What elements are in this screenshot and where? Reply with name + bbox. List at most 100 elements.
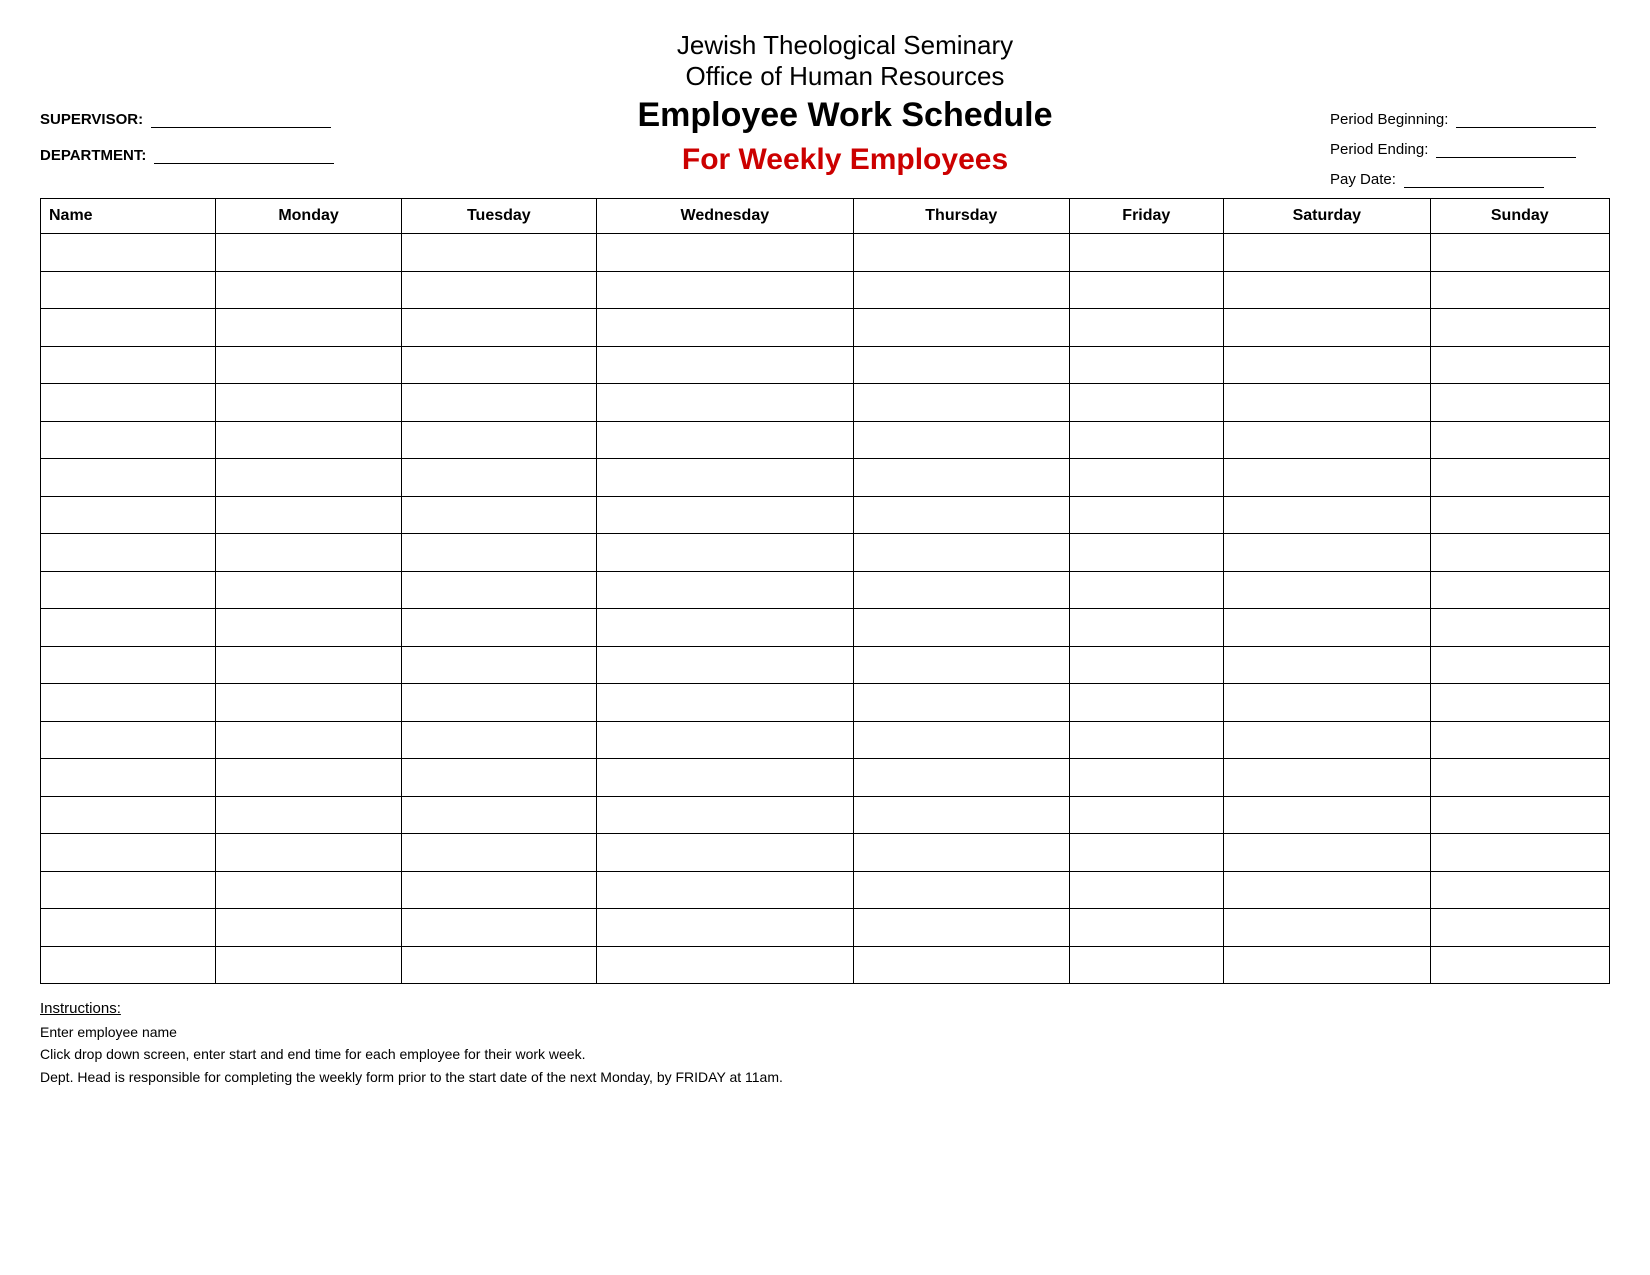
saturday-cell[interactable] [1224,234,1430,309]
friday-cell[interactable] [1069,834,1224,909]
table-row[interactable] [41,534,1610,609]
monday-cell[interactable] [216,609,402,684]
tuesday-cell[interactable] [402,234,596,309]
saturday-cell[interactable] [1224,459,1430,534]
tuesday-cell[interactable] [402,759,596,834]
saturday-cell[interactable] [1224,759,1430,834]
saturday-cell[interactable] [1224,834,1430,909]
thursday-cell[interactable] [854,309,1069,384]
friday-cell[interactable] [1069,384,1224,459]
table-header-row: Name Monday Tuesday Wednesday Thursday F… [41,199,1610,234]
table-row[interactable] [41,609,1610,684]
friday-cell[interactable] [1069,534,1224,609]
thursday-cell[interactable] [854,234,1069,309]
sunday-cell[interactable] [1430,684,1609,759]
saturday-cell[interactable] [1224,909,1430,984]
thursday-cell[interactable] [854,759,1069,834]
sunday-cell[interactable] [1430,909,1609,984]
tuesday-cell[interactable] [402,909,596,984]
sunday-cell[interactable] [1430,534,1609,609]
monday-cell[interactable] [216,759,402,834]
col-sunday: Sunday [1430,199,1609,234]
sunday-cell[interactable] [1430,609,1609,684]
monday-cell[interactable] [216,384,402,459]
monday-cell[interactable] [216,234,402,309]
sunday-cell[interactable] [1430,834,1609,909]
wednesday-cell[interactable] [596,309,854,384]
thursday-cell[interactable] [854,534,1069,609]
table-row[interactable] [41,459,1610,534]
monday-cell[interactable] [216,309,402,384]
friday-cell[interactable] [1069,234,1224,309]
name-cell[interactable] [41,759,216,834]
thursday-cell[interactable] [854,459,1069,534]
friday-cell[interactable] [1069,609,1224,684]
wednesday-cell[interactable] [596,834,854,909]
tuesday-cell[interactable] [402,309,596,384]
sunday-cell[interactable] [1430,234,1609,309]
saturday-cell[interactable] [1224,684,1430,759]
sunday-cell[interactable] [1430,759,1609,834]
table-row[interactable] [41,684,1610,759]
friday-cell[interactable] [1069,309,1224,384]
tuesday-cell[interactable] [402,834,596,909]
saturday-cell[interactable] [1224,609,1430,684]
friday-bottom [1070,872,1224,909]
friday-cell[interactable] [1069,909,1224,984]
monday-cell[interactable] [216,684,402,759]
table-row[interactable] [41,909,1610,984]
tuesday-cell[interactable] [402,609,596,684]
wednesday-cell[interactable] [596,384,854,459]
wednesday-cell[interactable] [596,534,854,609]
thursday-cell[interactable] [854,909,1069,984]
name-cell[interactable] [41,384,216,459]
thursday-bottom [854,572,1068,609]
table-row[interactable] [41,759,1610,834]
tuesday-cell[interactable] [402,459,596,534]
sunday-cell[interactable] [1430,459,1609,534]
thursday-cell[interactable] [854,834,1069,909]
sunday-cell[interactable] [1430,309,1609,384]
tuesday-cell[interactable] [402,684,596,759]
thursday-cell[interactable] [854,684,1069,759]
name-cell[interactable] [41,909,216,984]
table-row[interactable] [41,384,1610,459]
name-cell[interactable] [41,309,216,384]
tuesday-bottom [402,572,595,609]
table-row[interactable] [41,234,1610,309]
saturday-cell[interactable] [1224,384,1430,459]
name-cell[interactable] [41,834,216,909]
saturday-cell[interactable] [1224,534,1430,609]
friday-cell[interactable] [1069,684,1224,759]
monday-cell[interactable] [216,834,402,909]
table-row[interactable] [41,309,1610,384]
name-cell[interactable] [41,609,216,684]
saturday-bottom [1224,422,1429,459]
tuesday-cell[interactable] [402,534,596,609]
name-cell[interactable] [41,459,216,534]
friday-cell[interactable] [1069,459,1224,534]
thursday-cell[interactable] [854,384,1069,459]
wednesday-cell[interactable] [596,684,854,759]
sunday-top [1431,534,1609,572]
wednesday-cell[interactable] [596,459,854,534]
sunday-top [1431,459,1609,497]
wednesday-cell[interactable] [596,609,854,684]
thursday-top [854,459,1068,497]
name-cell[interactable] [41,234,216,309]
sunday-cell[interactable] [1430,384,1609,459]
table-row[interactable] [41,834,1610,909]
wednesday-cell[interactable] [596,759,854,834]
wednesday-cell[interactable] [596,234,854,309]
thursday-cell[interactable] [854,609,1069,684]
name-cell[interactable] [41,534,216,609]
wednesday-cell[interactable] [596,909,854,984]
monday-cell[interactable] [216,534,402,609]
tuesday-cell[interactable] [402,384,596,459]
monday-cell[interactable] [216,459,402,534]
saturday-cell[interactable] [1224,309,1430,384]
name-cell[interactable] [41,684,216,759]
thursday-bottom [854,347,1068,384]
monday-cell[interactable] [216,909,402,984]
friday-cell[interactable] [1069,759,1224,834]
